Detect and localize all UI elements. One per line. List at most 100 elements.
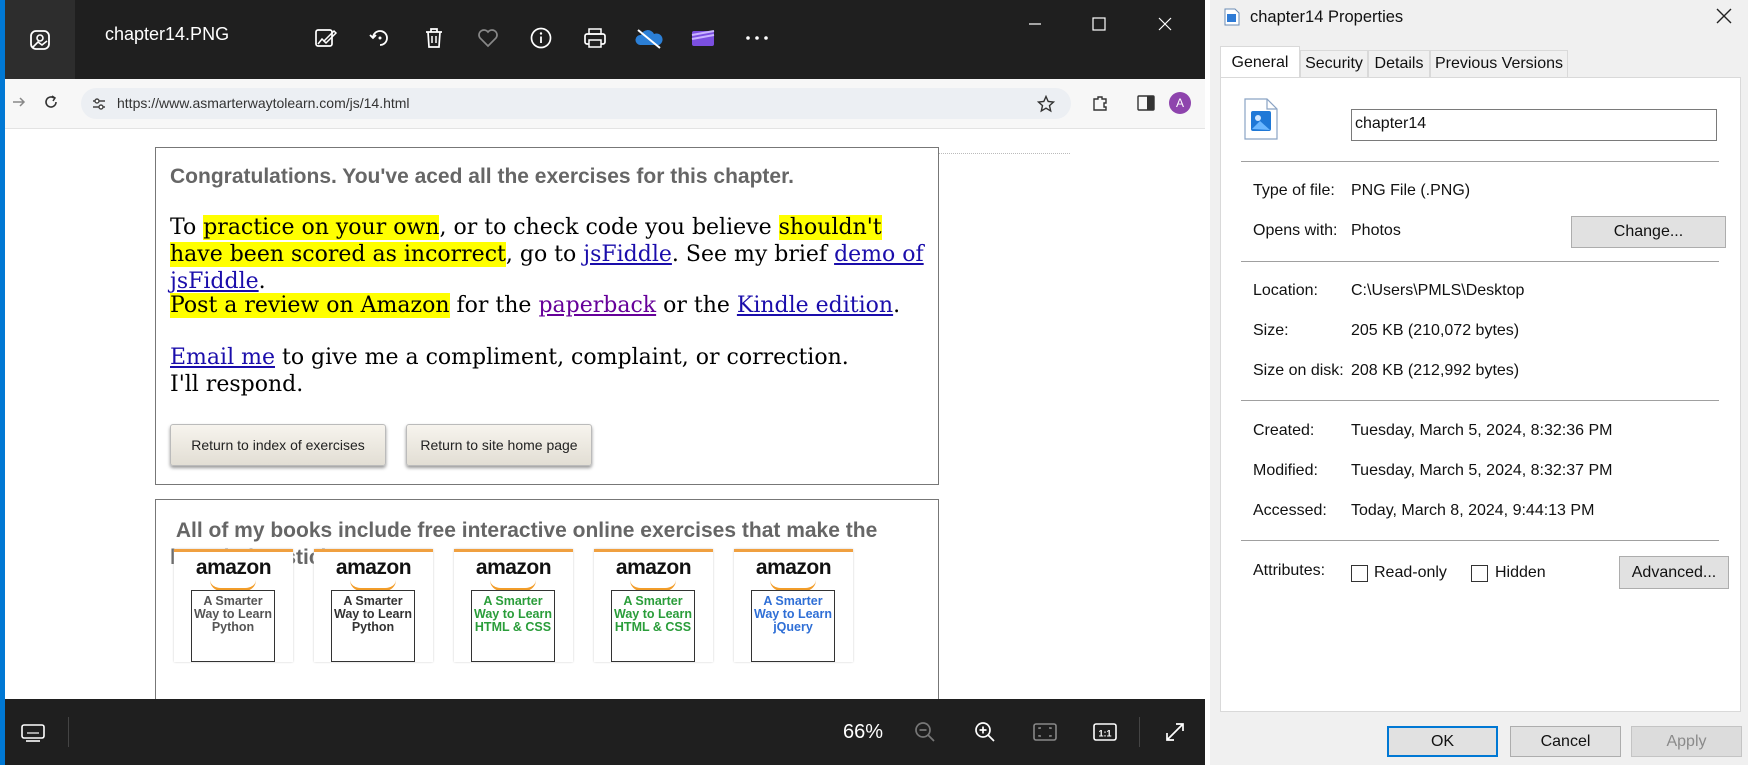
amazon-logo: amazon: [615, 556, 692, 579]
opens-with-label: Opens with:: [1253, 222, 1338, 239]
delete-icon[interactable]: [416, 20, 452, 56]
tab-security[interactable]: Security: [1300, 50, 1368, 77]
rotate-icon[interactable]: [362, 20, 398, 56]
size-label: Size:: [1253, 322, 1289, 339]
modified-label: Modified:: [1253, 462, 1318, 479]
viewer-bottom-bar: 66% 1:1: [5, 699, 1205, 765]
hidden-label: Hidden: [1495, 564, 1546, 581]
extensions-icon[interactable]: [1091, 94, 1109, 117]
book-card-html-css-2[interactable]: amazon A Smarter Way to Learn HTML & CSS: [594, 549, 713, 662]
amazon-logo: amazon: [475, 556, 552, 579]
cancel-button[interactable]: Cancel: [1510, 726, 1621, 757]
book-cover-title: A Smarter Way to Learn Python: [191, 590, 275, 662]
bottom-bar-divider: [68, 717, 69, 747]
maximize-button[interactable]: [1069, 6, 1129, 42]
book-cover-title: A Smarter Way to Learn Python: [331, 590, 415, 662]
p2-text-c: .: [893, 293, 901, 318]
jsfiddle-link[interactable]: jsFiddle: [583, 242, 672, 267]
created-label: Created:: [1253, 422, 1315, 439]
advanced-button[interactable]: Advanced...: [1619, 556, 1729, 589]
more-options-icon[interactable]: [739, 20, 775, 56]
zoom-out-icon[interactable]: [907, 714, 943, 750]
congrats-panel: Congratulations. You've aced all the exe…: [155, 147, 939, 485]
filmstrip-icon[interactable]: [15, 714, 51, 750]
separator: [1241, 400, 1719, 401]
filename-value: chapter14: [1355, 115, 1427, 132]
change-button[interactable]: Change...: [1571, 216, 1726, 248]
general-tab-pane: chapter14 Type of file: PNG File (.PNG) …: [1220, 77, 1741, 712]
p1-highlight-practice: practice on your own: [203, 215, 440, 240]
info-icon[interactable]: [523, 20, 559, 56]
photos-viewer-window: chapter14.PNG https://www.asmarterwaytol…: [0, 0, 1205, 765]
photos-app-icon[interactable]: [5, 0, 75, 79]
dialog-title: chapter14 Properties: [1250, 8, 1404, 26]
clipchamp-icon[interactable]: [685, 20, 721, 56]
image-file-icon: [1243, 97, 1279, 146]
book-card-python-2[interactable]: amazon A Smarter Way to Learn Python: [314, 549, 433, 662]
accessed-label: Accessed:: [1253, 502, 1327, 519]
edit-image-icon[interactable]: [308, 20, 344, 56]
location-label: Location:: [1253, 282, 1318, 299]
forward-arrow-icon[interactable]: [11, 94, 27, 115]
close-window-button[interactable]: [1135, 6, 1195, 42]
minimize-button[interactable]: [1005, 6, 1065, 42]
amazon-logo: amazon: [755, 556, 832, 579]
size-value: 205 KB (210,072 bytes): [1351, 322, 1520, 339]
return-to-home-button[interactable]: Return to site home page: [406, 424, 592, 466]
size-on-disk-label: Size on disk:: [1253, 362, 1344, 379]
actual-size-icon[interactable]: 1:1: [1087, 714, 1123, 750]
separator: [1241, 161, 1719, 162]
filename-field[interactable]: chapter14: [1351, 109, 1717, 141]
paperback-link[interactable]: paperback: [538, 293, 656, 318]
screenshot-content: https://www.asmarterwaytolearn.com/js/14…: [5, 79, 1205, 699]
favorite-star-icon[interactable]: [1036, 94, 1056, 118]
browser-address-bar: https://www.asmarterwaytolearn.com/js/14…: [5, 79, 1205, 129]
p2-text-a: for the: [449, 293, 539, 318]
separator: [1241, 540, 1719, 541]
bottom-bar-divider: [1139, 717, 1140, 747]
book-cover-title: A Smarter Way to Learn HTML & CSS: [471, 590, 555, 662]
hidden-checkbox[interactable]: [1471, 565, 1488, 582]
type-label: Type of file:: [1253, 182, 1335, 199]
book-cover-title: A Smarter Way to Learn HTML & CSS: [611, 590, 695, 662]
p2-text-b: or the: [656, 293, 737, 318]
kindle-edition-link[interactable]: Kindle edition: [737, 293, 893, 318]
url-field[interactable]: https://www.asmarterwaytolearn.com/js/14…: [81, 88, 1071, 119]
refresh-icon[interactable]: [43, 94, 59, 115]
book-card-python-1[interactable]: amazon A Smarter Way to Learn Python: [174, 549, 293, 662]
books-panel: All of my books include free interactive…: [155, 499, 939, 699]
fit-to-window-icon[interactable]: [1027, 714, 1063, 750]
tab-general[interactable]: General: [1220, 46, 1300, 78]
p1-text-d: . See my brief: [671, 242, 835, 267]
dialog-close-button[interactable]: [1714, 6, 1734, 31]
apply-button[interactable]: Apply: [1631, 726, 1742, 757]
print-icon[interactable]: [577, 20, 613, 56]
file-type-icon: [1224, 8, 1240, 31]
zoom-in-icon[interactable]: [967, 714, 1003, 750]
amazon-logo: amazon: [335, 556, 412, 579]
amazon-logo: amazon: [195, 556, 272, 579]
profile-avatar[interactable]: A: [1169, 92, 1191, 114]
size-on-disk-value: 208 KB (212,992 bytes): [1351, 362, 1520, 379]
full-screen-icon[interactable]: [1157, 714, 1193, 750]
sidebar-toggle-icon[interactable]: [1137, 95, 1155, 116]
location-value: C:\Users\PMLS\Desktop: [1351, 282, 1525, 299]
site-settings-icon[interactable]: [91, 96, 107, 117]
readonly-label: Read-only: [1374, 564, 1447, 581]
p1-text-a: To: [170, 215, 204, 240]
book-cover-title: A Smarter Way to Learn jQuery: [751, 590, 835, 662]
practice-paragraph: To practice on your own, or to check cod…: [170, 214, 930, 295]
tab-details[interactable]: Details: [1368, 50, 1430, 77]
svg-text:1:1: 1:1: [1098, 729, 1111, 739]
created-value: Tuesday, March 5, 2024, 8:32:36 PM: [1351, 422, 1613, 439]
favorite-heart-icon[interactable]: [470, 20, 506, 56]
ok-button[interactable]: OK: [1387, 726, 1498, 757]
tab-previous-versions[interactable]: Previous Versions: [1430, 50, 1568, 77]
readonly-checkbox[interactable]: [1351, 565, 1368, 582]
return-to-index-button[interactable]: Return to index of exercises: [170, 424, 386, 466]
book-card-jquery[interactable]: amazon A Smarter Way to Learn jQuery: [734, 549, 853, 662]
book-card-html-css-1[interactable]: amazon A Smarter Way to Learn HTML & CSS: [454, 549, 573, 662]
email-me-link[interactable]: Email me: [170, 345, 275, 370]
onedrive-icon[interactable]: [631, 20, 667, 56]
profile-initial: A: [1175, 96, 1184, 110]
